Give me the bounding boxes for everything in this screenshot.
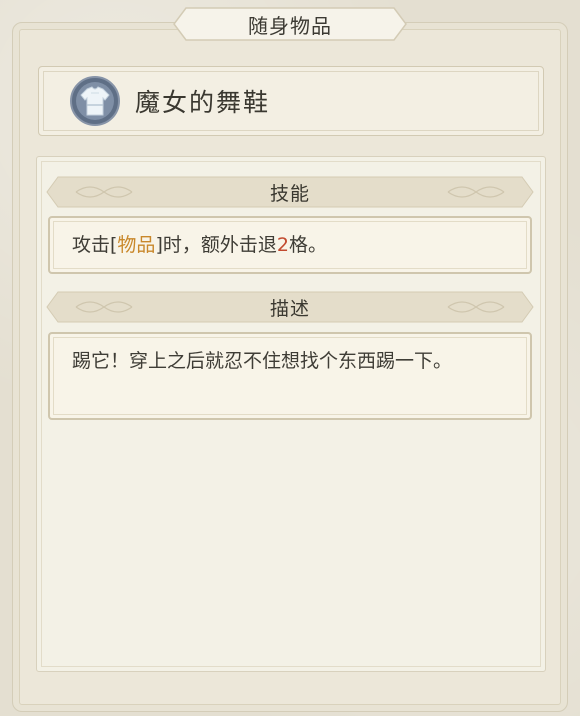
skill-text-box: 攻击[物品]时，额外击退2格。: [48, 216, 532, 274]
description-header-bar: 描述: [46, 291, 534, 323]
description-text: 踢它！穿上之后就忍不住想找个东西踢一下。: [72, 350, 453, 372]
skill-text-suffix: 格。: [288, 234, 327, 256]
skill-header: 技能: [269, 182, 310, 205]
description-text-box: 踢它！穿上之后就忍不住想找个东西踢一下。: [48, 332, 532, 420]
skill-text-prefix: 攻击[: [72, 234, 118, 256]
skill-header-bar: 技能: [46, 176, 534, 208]
skill-text-item: 物品: [117, 234, 156, 256]
item-name: 魔女的舞鞋: [135, 88, 271, 117]
skill-text-number: 2: [276, 234, 289, 256]
description-header: 描述: [269, 297, 310, 320]
item-header: 魔女的舞鞋: [38, 66, 544, 136]
shirt-icon: [69, 75, 121, 127]
skill-text-mid: ]时，额外击退: [155, 234, 277, 256]
title-tab: 随身物品: [172, 6, 408, 42]
window-title: 随身物品: [248, 13, 332, 38]
